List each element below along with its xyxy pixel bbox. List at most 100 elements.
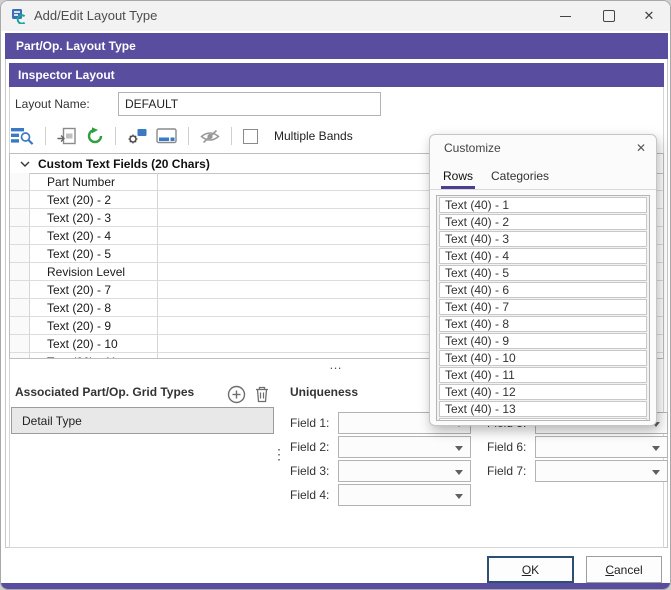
customize-list-item[interactable]: Text (40) - 7 — [439, 299, 647, 315]
row-indicator — [10, 227, 30, 244]
customize-list-item[interactable]: Text (40) - 6 — [439, 282, 647, 298]
minimize-icon — [560, 16, 571, 17]
row-label: Part Number — [30, 173, 158, 190]
field-combobox[interactable] — [535, 436, 668, 458]
customize-list-item[interactable]: Text (40) - 11 — [439, 367, 647, 383]
ok-button-label: OK — [522, 563, 539, 577]
customize-title: Customize — [444, 141, 501, 155]
app-logo-icon — [11, 8, 27, 24]
multiple-bands-checkbox[interactable] — [243, 129, 258, 144]
customize-list-item[interactable]: Text (40) - 3 — [439, 231, 647, 247]
section-title: Custom Text Fields (20 Chars) — [38, 157, 210, 171]
customize-list-item[interactable]: Text (40) - 10 — [439, 350, 647, 366]
customize-close-icon[interactable]: ✕ — [636, 141, 646, 155]
layout-name-label: Layout Name: — [15, 97, 90, 111]
toolbar-separator — [188, 127, 189, 145]
add-edit-layout-type-dialog: Add/Edit Layout Type ✕ Part/Op. Layout T… — [0, 0, 671, 590]
hide-field-icon[interactable] — [200, 129, 220, 144]
field-label: Field 3: — [290, 464, 338, 478]
customize-rows-list: Text (40) - 1 Text (40) - 2 Text (40) - … — [436, 195, 650, 421]
row-label: Text (20) - 5 — [30, 245, 158, 262]
associated-grid-types-title: Associated Part/Op. Grid Types — [15, 385, 194, 399]
ok-button[interactable]: OK — [487, 556, 574, 583]
chevron-down-icon — [20, 161, 30, 167]
chevron-down-icon — [455, 470, 463, 475]
field-label: Field 7: — [487, 464, 535, 478]
plus-circle-icon — [227, 385, 246, 404]
row-indicator — [10, 173, 30, 190]
field-label: Field 1: — [290, 416, 338, 430]
field-combobox[interactable] — [338, 484, 471, 506]
chevron-down-icon — [652, 446, 660, 451]
cancel-button[interactable]: Cancel — [586, 556, 662, 583]
refresh-icon[interactable] — [86, 127, 104, 145]
tab-rows[interactable]: Rows — [443, 169, 473, 189]
inspector-layout-header: Inspector Layout — [9, 63, 664, 87]
layout-toolbar: Multiple Bands — [11, 122, 353, 150]
customize-panel: Customize ✕ Rows Categories Text (40) - … — [429, 134, 657, 426]
row-label: Text (20) - 3 — [30, 209, 158, 226]
uniqueness-field-row: Field 6: — [487, 435, 671, 459]
minimize-button[interactable] — [548, 1, 582, 31]
customize-list-item[interactable]: Text (40) - 8 — [439, 316, 647, 332]
field-label: Field 2: — [290, 440, 338, 454]
toolbar-separator — [231, 127, 232, 145]
customize-list-item[interactable]: Text (40) - 9 — [439, 333, 647, 349]
customize-panel-header[interactable]: Customize ✕ — [430, 135, 656, 161]
row-indicator — [10, 209, 30, 226]
row-label: Text (20) - 2 — [30, 191, 158, 208]
add-grid-type-button[interactable] — [226, 384, 246, 404]
band-settings-icon[interactable] — [127, 127, 147, 145]
uniqueness-field-row: Field 3: — [290, 459, 479, 483]
maximize-icon — [603, 10, 615, 22]
tab-categories[interactable]: Categories — [491, 169, 549, 189]
layout-search-icon[interactable] — [11, 127, 34, 145]
field-combobox[interactable] — [535, 460, 668, 482]
grid-type-list-item[interactable]: Detail Type — [11, 407, 274, 434]
layout-name-input[interactable] — [118, 92, 381, 116]
field-label: Field 6: — [487, 440, 535, 454]
part-op-layout-type-header: Part/Op. Layout Type — [5, 33, 668, 59]
customize-list-item[interactable]: Text (40) - 4 — [439, 248, 647, 264]
trash-icon — [254, 385, 270, 403]
customize-list-item[interactable]: Text (40) - 13 — [439, 401, 647, 417]
customize-list-item[interactable]: Text (40) - 12 — [439, 384, 647, 400]
card-view-icon[interactable] — [156, 128, 177, 144]
window-accent-bar — [1, 583, 671, 590]
customize-list-item[interactable]: Text (40) - 1 — [439, 197, 647, 213]
row-label: Text (20) - 11 — [30, 353, 158, 358]
toolbar-separator — [45, 127, 46, 145]
row-label: Text (20) - 8 — [30, 299, 158, 316]
row-indicator — [10, 299, 30, 316]
uniqueness-field-row: Field 4: — [290, 483, 479, 507]
row-label: Text (20) - 10 — [30, 335, 158, 352]
cancel-button-label: Cancel — [605, 563, 642, 577]
customize-list-item[interactable]: Text (40) - 5 — [439, 265, 647, 281]
customize-list-item[interactable]: Text (40) - 14 — [439, 418, 647, 421]
vertical-splitter[interactable]: ⋮ — [272, 451, 284, 458]
multiple-bands-label: Multiple Bands — [274, 129, 353, 143]
maximize-button[interactable] — [592, 1, 626, 31]
row-label: Text (20) - 7 — [30, 281, 158, 298]
field-combobox[interactable] — [338, 436, 471, 458]
row-indicator — [10, 263, 30, 280]
row-label: Text (20) - 9 — [30, 317, 158, 334]
associated-grid-types-list: Detail Type — [11, 407, 274, 434]
uniqueness-field-row: Field 2: — [290, 435, 479, 459]
horizontal-splitter[interactable]: … — [301, 357, 371, 372]
row-indicator — [10, 317, 30, 334]
window-title: Add/Edit Layout Type — [34, 8, 157, 23]
chevron-down-icon — [455, 494, 463, 499]
row-indicator — [10, 353, 30, 358]
field-combobox[interactable] — [338, 460, 471, 482]
field-label: Field 4: — [290, 488, 338, 502]
uniqueness-field-row: Field 7: — [487, 459, 671, 483]
row-indicator — [10, 191, 30, 208]
insert-band-icon[interactable] — [57, 127, 77, 145]
titlebar: Add/Edit Layout Type ✕ — [1, 1, 670, 31]
close-button[interactable]: ✕ — [632, 1, 666, 31]
delete-grid-type-button[interactable] — [252, 384, 272, 404]
chevron-down-icon — [455, 446, 463, 451]
customize-tabs: Rows Categories — [430, 161, 656, 190]
customize-list-item[interactable]: Text (40) - 2 — [439, 214, 647, 230]
